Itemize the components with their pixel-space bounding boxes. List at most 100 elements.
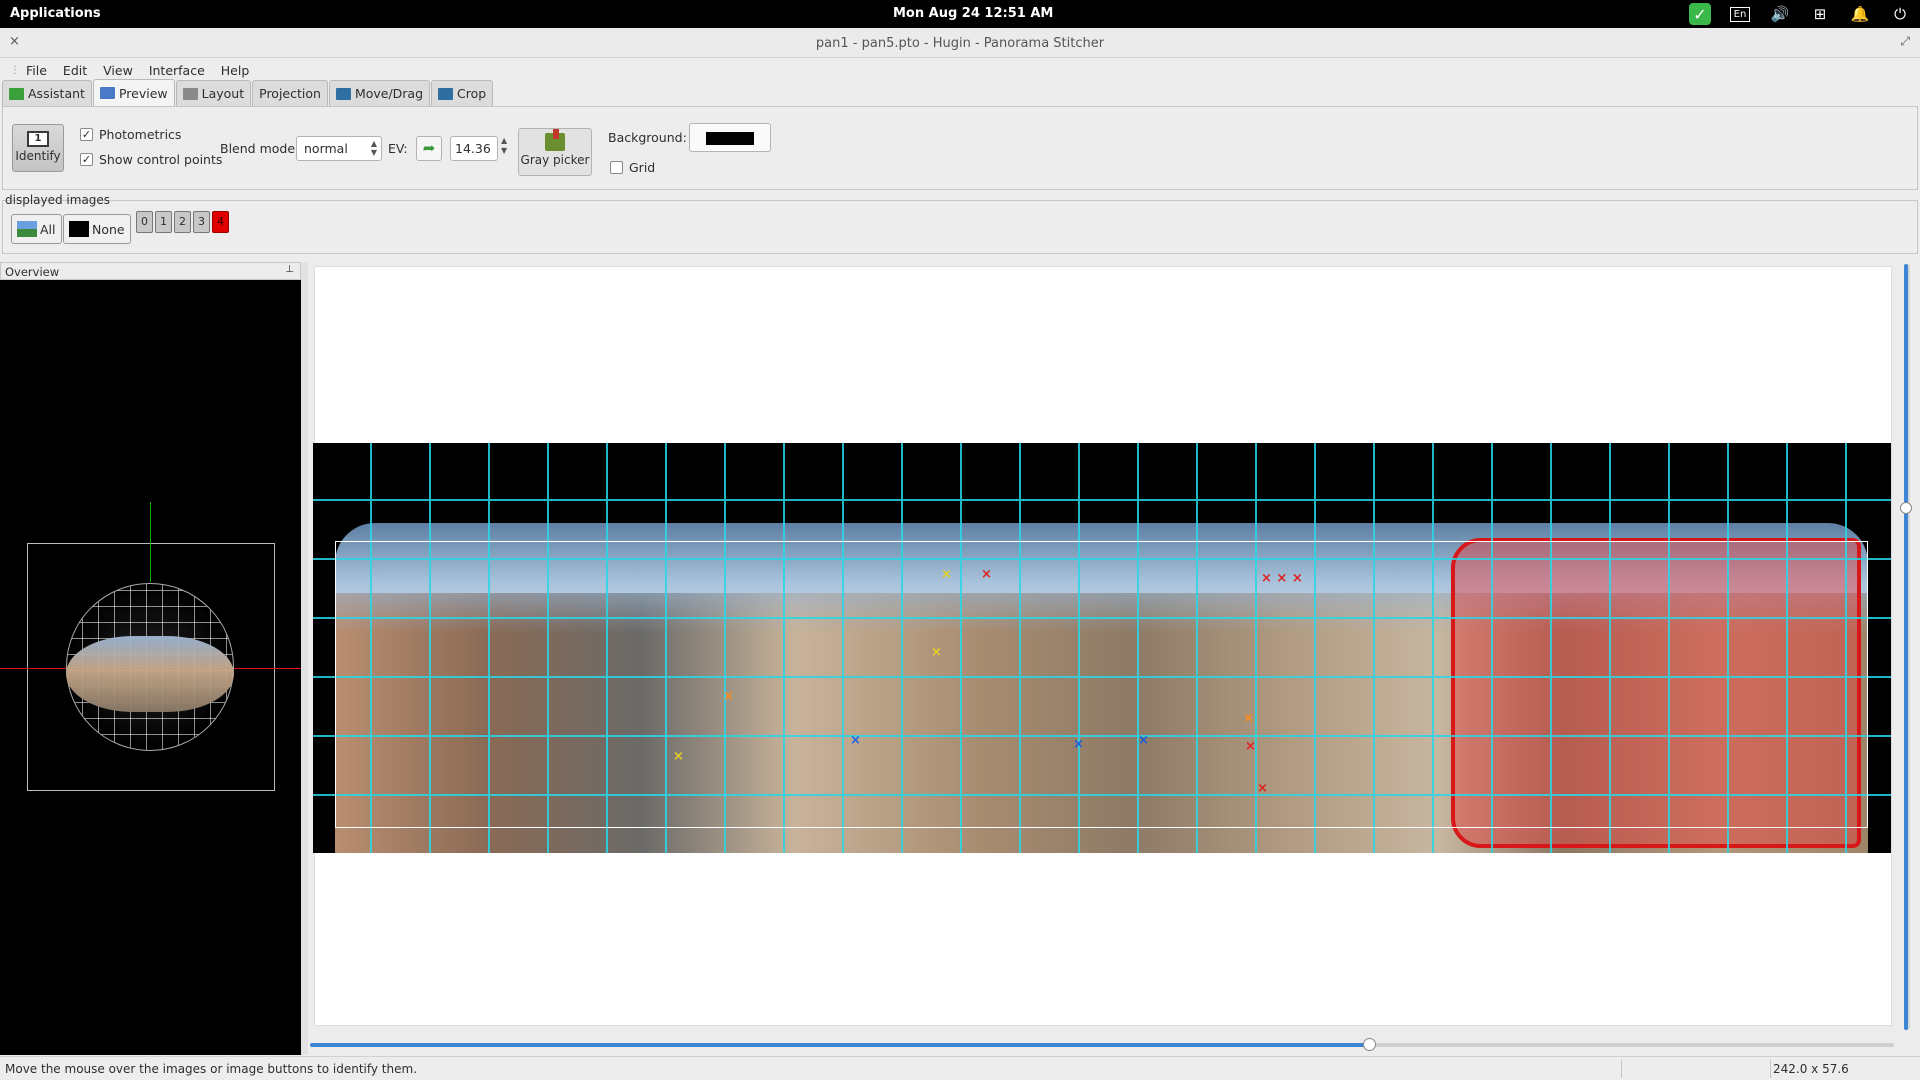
- control-point: ×: [673, 749, 684, 764]
- show-control-points-check[interactable]: ✓: [80, 153, 93, 166]
- tab-label: Projection: [259, 86, 321, 101]
- status-section: [1621, 1060, 1771, 1078]
- network-icon[interactable]: ⊞: [1800, 0, 1840, 28]
- menu-file[interactable]: File: [18, 63, 55, 78]
- control-point: ×: [1138, 733, 1149, 748]
- photometrics-checkbox[interactable]: ✓ Photometrics: [80, 127, 181, 142]
- tab-layout[interactable]: Layout: [175, 80, 252, 106]
- status-message: Move the mouse over the images or image …: [5, 1062, 418, 1076]
- control-point: ×: [1073, 737, 1084, 752]
- menu-view[interactable]: View: [95, 63, 141, 78]
- show-all-button[interactable]: All: [11, 214, 62, 244]
- vertical-slider-knob[interactable]: [1900, 502, 1912, 514]
- tab-label: Assistant: [28, 86, 85, 101]
- identify-icon: 1: [27, 131, 49, 147]
- ev-spin-icon[interactable]: ▲ ▼: [501, 136, 507, 156]
- overview-header: Overview ⊥: [0, 262, 301, 280]
- tab-label: Layout: [201, 86, 245, 101]
- identify-label: Identify: [15, 149, 61, 163]
- image-toggle-2[interactable]: 2: [174, 211, 191, 233]
- control-point: ×: [1243, 711, 1254, 726]
- identify-button[interactable]: 1 Identify: [12, 124, 64, 172]
- maximize-icon[interactable]: ⤢: [1900, 34, 1910, 49]
- grid-check[interactable]: [610, 161, 623, 174]
- control-point: ×: [981, 567, 992, 582]
- assistant-icon: [9, 87, 24, 100]
- show-control-points-checkbox[interactable]: ✓ Show control points: [80, 152, 222, 167]
- power-icon[interactable]: ⏻: [1880, 0, 1920, 28]
- tab-projection[interactable]: Projection: [252, 80, 328, 106]
- tab-bar: Assistant Preview Layout Projection Move…: [2, 79, 494, 106]
- tab-move-drag[interactable]: Move/Drag: [328, 80, 431, 106]
- vertical-slider[interactable]: [1900, 264, 1912, 1030]
- image-toggle-1[interactable]: 1: [155, 211, 172, 233]
- control-point: ×: [850, 733, 861, 748]
- tab-assistant[interactable]: Assistant: [2, 80, 92, 106]
- system-tray: ✓ En 🔊 ⊞ 🔔 ⏻: [1680, 0, 1920, 28]
- menu-edit[interactable]: Edit: [55, 63, 95, 78]
- crop-rectangle[interactable]: [335, 541, 1868, 828]
- all-images-icon: [17, 221, 37, 237]
- ev-input[interactable]: 14.36: [450, 136, 498, 161]
- image-toggle-4[interactable]: 4: [212, 211, 229, 233]
- horizontal-slider-knob[interactable]: [1363, 1038, 1376, 1051]
- system-top-bar: Applications Mon Aug 24 12:51 AM ✓ En 🔊 …: [0, 0, 1920, 28]
- crop-icon: [438, 87, 454, 100]
- spin-arrows-icon[interactable]: ▲ ▼: [371, 139, 377, 157]
- gray-picker-button[interactable]: Gray picker: [518, 128, 592, 176]
- ev-value: 14.36: [455, 141, 491, 156]
- tab-label: Move/Drag: [354, 86, 424, 101]
- overview-title: Overview: [5, 265, 60, 279]
- overview-panorama-band: [66, 636, 234, 712]
- clock[interactable]: Mon Aug 24 12:51 AM: [893, 6, 1053, 21]
- reset-exposure-button[interactable]: ➦: [416, 136, 442, 161]
- window-titlebar: × pan1 - pan5.pto - Hugin - Panorama Sti…: [0, 28, 1920, 58]
- keyboard-layout-icon[interactable]: En: [1720, 0, 1760, 28]
- menu-help[interactable]: Help: [213, 63, 258, 78]
- layout-icon: [182, 87, 198, 100]
- background-label: Background:: [608, 130, 687, 145]
- all-label: All: [40, 221, 56, 237]
- horizontal-slider[interactable]: [310, 1038, 1894, 1051]
- photometrics-check[interactable]: ✓: [80, 128, 93, 141]
- tab-crop[interactable]: Crop: [431, 80, 494, 106]
- tab-label: Crop: [457, 86, 487, 101]
- window-title: pan1 - pan5.pto - Hugin - Panorama Stitc…: [815, 36, 1105, 51]
- pane-divider[interactable]: [301, 262, 308, 1055]
- check-icon[interactable]: ✓: [1680, 0, 1720, 28]
- background-color-button[interactable]: [689, 123, 771, 152]
- ev-label: EV:: [388, 141, 408, 156]
- image-toggle-3[interactable]: 3: [193, 211, 210, 233]
- control-point: × × ×: [1261, 571, 1303, 586]
- preview-icon: [99, 87, 115, 99]
- none-label: None: [92, 221, 125, 237]
- control-point: ×: [1245, 739, 1256, 754]
- grid-label: Grid: [629, 160, 656, 175]
- control-point: ×: [1257, 781, 1268, 796]
- vertical-slider-fill: [1904, 264, 1908, 1030]
- pin-icon[interactable]: ⊥: [285, 264, 294, 275]
- menu-interface[interactable]: Interface: [141, 63, 213, 78]
- grid-checkbox[interactable]: Grid: [610, 160, 655, 175]
- show-none-button[interactable]: None: [63, 214, 131, 244]
- volume-icon[interactable]: 🔊: [1760, 0, 1800, 28]
- photometrics-label: Photometrics: [99, 127, 182, 142]
- control-point: ×: [941, 567, 952, 582]
- status-bar: Move the mouse over the images or image …: [0, 1056, 1920, 1080]
- overview-vertical-line: [150, 502, 151, 582]
- applications-menu[interactable]: Applications: [10, 6, 101, 21]
- blend-mode-select[interactable]: normal ▲ ▼: [296, 136, 382, 161]
- no-images-icon: [69, 221, 89, 237]
- grip-handle-icon: ⋮: [10, 64, 20, 76]
- notification-icon[interactable]: 🔔: [1840, 0, 1880, 28]
- blend-mode-value: normal: [304, 141, 348, 156]
- background-color-swatch: [706, 132, 754, 145]
- status-dimensions: 242.0 x 57.6: [1773, 1062, 1849, 1076]
- image-toggle-0[interactable]: 0: [136, 211, 153, 233]
- horizontal-slider-fill: [310, 1043, 1368, 1047]
- tab-label: Preview: [118, 85, 168, 101]
- panorama-image[interactable]: × × × × × × × × × × × × × ×: [313, 443, 1891, 853]
- move-drag-icon: [335, 87, 351, 100]
- gray-picker-label: Gray picker: [520, 153, 590, 167]
- tab-preview[interactable]: Preview: [92, 79, 175, 106]
